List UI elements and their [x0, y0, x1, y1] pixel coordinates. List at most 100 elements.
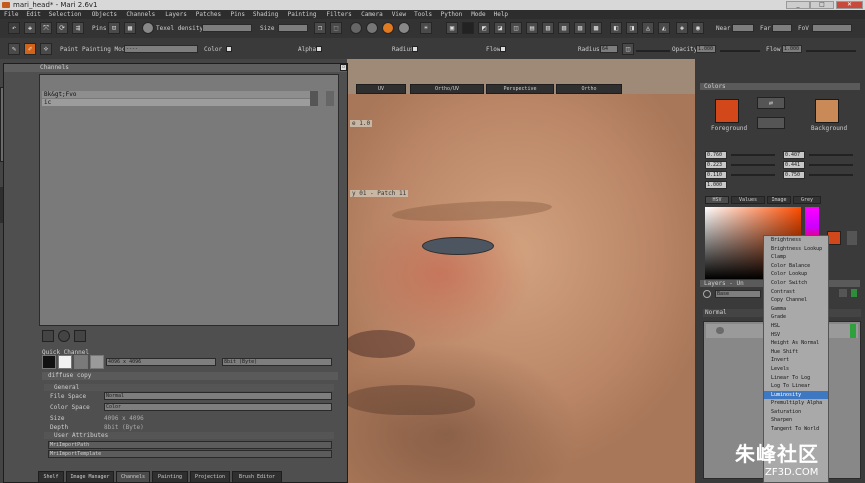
view3-icon[interactable]: ◬	[642, 22, 654, 34]
layer-blend-select[interactable]: Base	[715, 290, 761, 298]
menu-painting[interactable]: Painting	[288, 11, 317, 18]
channel-item[interactable]: ic	[42, 99, 312, 106]
proj-layer-icon[interactable]: ▤	[526, 22, 538, 34]
quick-grey2-swatch[interactable]	[90, 355, 104, 369]
green-field[interactable]: 0.223	[705, 161, 727, 169]
user-attributes-section[interactable]: User Attributes	[44, 432, 334, 439]
shader-flat-icon[interactable]	[350, 22, 362, 34]
shader-current-icon[interactable]	[382, 22, 394, 34]
menu-tools[interactable]: Tools	[414, 11, 432, 18]
tab-ortho[interactable]: Ortho	[556, 84, 622, 94]
tab-hsv[interactable]: HSV	[705, 196, 729, 204]
menu-item-gamma[interactable]: Gamma	[764, 305, 828, 314]
opacity-slider[interactable]	[720, 50, 760, 52]
menu-shading[interactable]: Shading	[253, 11, 278, 18]
blue-field[interactable]: 0.110	[705, 171, 727, 179]
lighting-icon[interactable]: ☀	[420, 22, 432, 34]
menu-item-hue-shift[interactable]: Hue Shift	[764, 348, 828, 357]
menu-item-saturation[interactable]: Saturation	[764, 408, 828, 417]
texel-density-icon[interactable]	[142, 22, 154, 34]
menu-item-levels[interactable]: Levels	[764, 365, 828, 374]
file-space-select[interactable]: Normal	[104, 392, 332, 400]
tab-grey[interactable]: Grey	[793, 196, 821, 204]
menu-channels[interactable]: Channels	[126, 11, 155, 18]
proj-white-icon[interactable]: ◪	[494, 22, 506, 34]
menu-item-height-as-normal[interactable]: Height As Normal	[764, 339, 828, 348]
radius-slider[interactable]	[636, 50, 670, 52]
menu-camera[interactable]: Camera	[361, 11, 383, 18]
blue2-slider[interactable]	[809, 174, 853, 176]
view2-icon[interactable]: ◨	[626, 22, 638, 34]
menu-view[interactable]: View	[392, 11, 406, 18]
quick-grey-swatch[interactable]	[74, 355, 88, 369]
foreground-swatch[interactable]	[715, 99, 739, 123]
flow-field[interactable]: 1.000	[782, 45, 802, 53]
swap-colors-icon[interactable]: ⇄	[757, 97, 785, 109]
menu-item-brightness-lookup[interactable]: Brightness Lookup	[764, 245, 828, 254]
tab-ortho-uv[interactable]: Ortho/UV	[410, 84, 484, 94]
tab-projection[interactable]: Projection	[190, 471, 230, 483]
brush-tool-icon[interactable]: ✎	[8, 43, 20, 55]
undo-icon[interactable]: ↶	[8, 22, 20, 34]
viewport[interactable]	[347, 59, 695, 483]
menu-item-linear-to-log[interactable]: Linear To Log	[764, 374, 828, 383]
picker-options-icon[interactable]	[847, 231, 857, 245]
green-slider[interactable]	[731, 164, 775, 166]
layer-eye-icon[interactable]	[716, 327, 724, 334]
tab-shelf[interactable]: Shelf	[38, 471, 64, 483]
quick-size-select[interactable]: 4096 x 4096	[106, 358, 216, 366]
menu-item-clamp[interactable]: Clamp	[764, 253, 828, 262]
select-icon[interactable]: ✚	[24, 22, 36, 34]
menu-selection[interactable]: Selection	[49, 11, 82, 18]
menu-item-invert[interactable]: Invert	[764, 356, 828, 365]
tab-channels[interactable]: Channels	[116, 471, 150, 483]
texel-density-field[interactable]	[202, 24, 252, 32]
tab-perspective[interactable]: Perspective	[486, 84, 554, 94]
near-field[interactable]	[732, 24, 754, 32]
menu-item-premultiply-alpha[interactable]: Premultiply Alpha	[764, 399, 828, 408]
menu-item-brightness[interactable]: Brightness	[764, 236, 828, 245]
tab-image[interactable]: Image	[767, 196, 791, 204]
menu-layers[interactable]: Layers	[165, 11, 187, 18]
flow-checkbox[interactable]	[500, 46, 506, 52]
opacity-field[interactable]: 1.000	[696, 45, 716, 53]
menu-item-copy-channel[interactable]: Copy Channel	[764, 296, 828, 305]
rotate-icon[interactable]: ⟳	[56, 22, 68, 34]
move-icon[interactable]: ⤧	[40, 22, 52, 34]
alpha-checkbox[interactable]	[316, 46, 322, 52]
menu-item-hsl[interactable]: HSL	[764, 322, 828, 331]
menu-item-sharpen[interactable]: Sharpen	[764, 416, 828, 425]
remove-channel-icon[interactable]	[74, 330, 86, 342]
layer-options-icon[interactable]	[839, 289, 847, 297]
channel-eye-icon[interactable]	[310, 91, 318, 106]
menu-filters[interactable]: Filters	[326, 11, 351, 18]
fov-field[interactable]	[812, 24, 852, 32]
shader-full-icon[interactable]	[398, 22, 410, 34]
quick-white-swatch[interactable]	[58, 355, 72, 369]
painting-mode-select[interactable]: ----	[124, 45, 198, 53]
attr-import-template[interactable]: MriImportTemplate	[48, 450, 332, 458]
menu-item-grade[interactable]: Grade	[764, 313, 828, 322]
shader-basic-icon[interactable]	[366, 22, 378, 34]
tab-values[interactable]: Values	[731, 196, 765, 204]
tab-brush-editor[interactable]: Brush Editor	[232, 471, 282, 483]
green2-field[interactable]: 0.441	[783, 161, 805, 169]
search-icon[interactable]	[703, 290, 711, 298]
color-space-select[interactable]: Color	[104, 403, 332, 411]
menu-python[interactable]: Python	[441, 11, 463, 18]
background-swatch[interactable]	[815, 99, 839, 123]
menu-item-hsv[interactable]: HSV	[764, 331, 828, 340]
close-button[interactable]: ✕	[836, 1, 863, 9]
menu-mode[interactable]: Mode	[471, 11, 485, 18]
menu-item-color-balance[interactable]: Color Balance	[764, 262, 828, 271]
proj-extra-icon[interactable]: ▩	[590, 22, 602, 34]
menu-pins[interactable]: Pins	[231, 11, 245, 18]
proj-channel-icon[interactable]: ◫	[510, 22, 522, 34]
frame-icon[interactable]: ⬚	[330, 22, 342, 34]
far-field[interactable]	[772, 24, 792, 32]
grid-icon[interactable]: ▦	[124, 22, 136, 34]
menu-item-contrast[interactable]: Contrast	[764, 288, 828, 297]
menu-item-luminosity[interactable]: Luminosity	[764, 390, 828, 400]
menu-help[interactable]: Help	[494, 11, 508, 18]
radius-icon[interactable]: ◫	[622, 43, 634, 55]
